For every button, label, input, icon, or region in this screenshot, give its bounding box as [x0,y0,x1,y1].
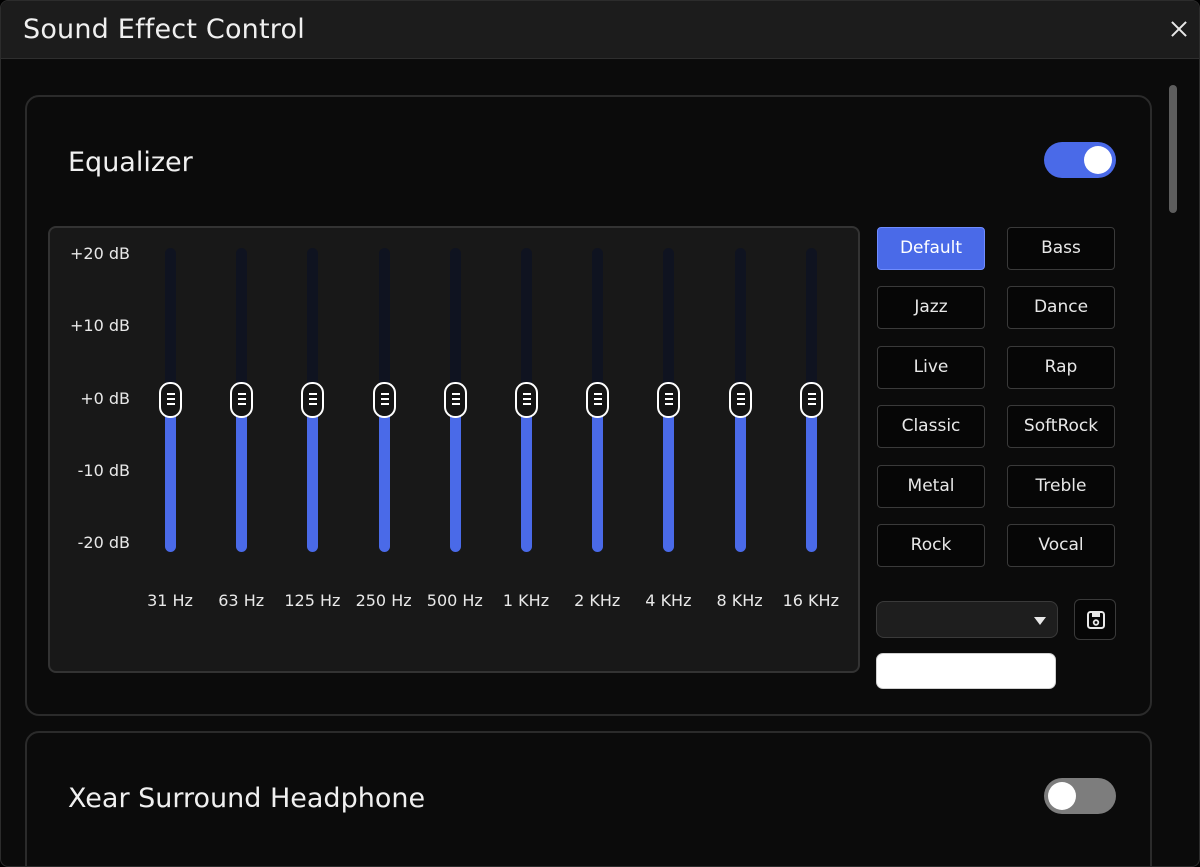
eq-band: 500 Hz [420,228,490,675]
eq-band-thumb[interactable] [799,382,823,418]
custom-preset-select[interactable] [876,601,1058,638]
toggle-knob [1048,782,1076,810]
preset-button-rock[interactable]: Rock [877,524,985,567]
eq-band: 16 KHz [776,228,846,675]
grip-line [451,403,460,405]
scrollbar-thumb[interactable] [1169,85,1177,213]
preset-button-default[interactable]: Default [877,227,985,270]
eq-band-thumb[interactable] [230,382,254,418]
grip-line [594,398,603,400]
preset-button-classic[interactable]: Classic [877,405,985,449]
db-scale-label: -20 dB [77,533,130,552]
save-preset-button[interactable] [1074,599,1116,640]
preset-button-vocal[interactable]: Vocal [1007,524,1115,567]
db-scale-label: +10 dB [70,316,130,335]
eq-band-thumb[interactable] [657,382,681,418]
equalizer-panel: +20 dB +10 dB +0 dB -10 dB -20 dB 31 Hz 63 Hz… [48,226,860,673]
grip-line [665,398,674,400]
db-scale-label: -10 dB [77,461,130,480]
preset-button-live[interactable]: Live [877,345,985,389]
window-title: Sound Effect Control [23,14,305,45]
grip-line [523,393,531,395]
preset-button-softrock[interactable]: SoftRock [1007,405,1115,449]
preset-name-input[interactable] [876,653,1056,689]
grip-line [309,393,318,395]
close-icon[interactable] [1161,11,1197,47]
grip-line [380,398,389,400]
grip-line [594,393,603,395]
grip-line [523,398,531,400]
eq-band-fill [307,400,319,552]
preset-button-dance[interactable]: Dance [1007,286,1115,330]
eq-band: 31 Hz [135,228,205,675]
eq-band-fill [165,400,176,552]
grip-line [167,393,175,395]
grip-line [451,398,460,400]
grip-line [380,403,389,405]
grip-line [665,403,674,405]
eq-band-fill [805,400,817,552]
db-scale-label: +0 dB [80,389,130,408]
grip-line [736,403,745,405]
eq-band-fill [734,400,746,552]
eq-band-thumb[interactable] [586,382,610,418]
grip-line [594,403,603,405]
grip-line [238,398,247,400]
grip-line [807,393,816,395]
eq-band-thumb[interactable] [515,382,538,418]
grip-line [807,398,816,400]
eq-band-fill [236,400,248,552]
eq-band: 4 KHz [633,228,703,675]
eq-band: 125 Hz [277,228,347,675]
grip-line [736,393,745,395]
grip-line [167,403,175,405]
eq-band: 1 KHz [491,228,561,675]
eq-band-fill [449,400,461,552]
xear-surround-toggle[interactable] [1044,778,1116,814]
preset-button-metal[interactable]: Metal [877,464,985,508]
eq-band-frequency-label: 16 KHz [782,591,839,610]
preset-button-jazz[interactable]: Jazz [877,286,985,330]
xear-surround-title: Xear Surround Headphone [68,783,426,814]
grip-line [238,393,247,395]
sound-effect-control-window: Sound Effect Control Equalizer +20 dB +10… [0,0,1200,867]
eq-band-fill [592,400,604,552]
grip-line [807,403,816,405]
equalizer-toggle[interactable] [1044,142,1116,178]
eq-band-fill [378,400,390,552]
preset-button-rap[interactable]: Rap [1007,345,1115,389]
equalizer-title: Equalizer [68,147,193,178]
eq-band: 8 KHz [705,228,775,675]
title-bar: Sound Effect Control [1,1,1199,59]
grip-line [736,398,745,400]
eq-band: 250 Hz [349,228,419,675]
grip-line [309,398,318,400]
eq-band: 63 Hz [206,228,276,675]
equalizer-card: Equalizer +20 dB +10 dB +0 dB -10 dB -20 dB … [25,95,1152,716]
db-scale-label: +20 dB [70,244,130,263]
preset-button-treble[interactable]: Treble [1007,464,1115,508]
grip-line [238,403,247,405]
eq-band-thumb[interactable] [443,382,467,418]
eq-band-thumb[interactable] [372,382,396,418]
toggle-knob [1084,146,1112,174]
grip-line [665,393,674,395]
eq-band-thumb[interactable] [728,382,752,418]
eq-band-fill [663,400,675,552]
grip-line [167,398,175,400]
preset-button-bass[interactable]: Bass [1007,227,1115,270]
eq-band-thumb[interactable] [159,382,182,418]
grip-line [451,393,460,395]
grip-line [523,403,531,405]
grip-line [380,393,389,395]
save-icon [1087,611,1105,629]
xear-surround-card: Xear Surround Headphone [25,731,1152,866]
grip-line [309,403,318,405]
eq-band: 2 KHz [562,228,632,675]
eq-band-fill [521,400,532,552]
eq-band-thumb[interactable] [301,382,325,418]
chevron-down-icon [1034,617,1046,625]
